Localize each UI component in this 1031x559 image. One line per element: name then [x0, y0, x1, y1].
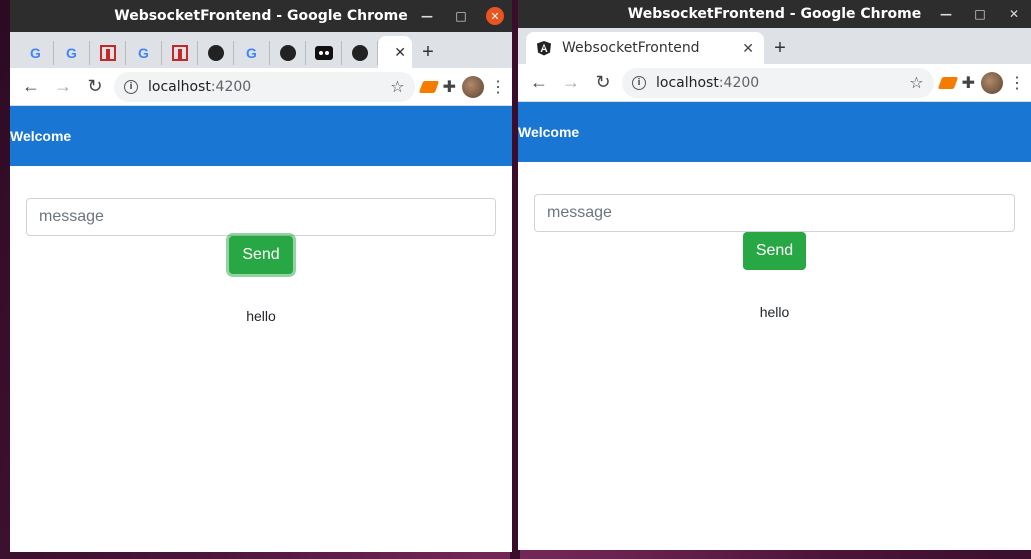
app-header: Welcome — [518, 102, 1031, 162]
extension-icon[interactable] — [937, 76, 958, 89]
info-icon[interactable]: i — [124, 79, 138, 94]
browser-toolbar: ← → ↻ i localhost:4200 ☆ ✚ ⋮ — [518, 64, 1031, 102]
tab-github-2[interactable] — [270, 41, 306, 65]
message-item: hello — [759, 304, 790, 320]
menu-icon[interactable]: ⋮ — [490, 77, 506, 97]
maximize-icon[interactable]: □ — [971, 5, 989, 23]
back-icon[interactable]: ← — [18, 74, 44, 100]
url-port: :4200 — [718, 74, 760, 91]
tab-m-2[interactable] — [162, 41, 198, 65]
close-window-icon[interactable]: ✕ — [486, 7, 504, 25]
tab-github-1[interactable] — [198, 41, 234, 65]
tab-m-1[interactable] — [90, 41, 126, 65]
bookmark-star-icon[interactable]: ☆ — [390, 77, 404, 96]
minimize-icon[interactable]: — — [418, 7, 436, 25]
m-logo-icon — [99, 45, 116, 61]
address-bar[interactable]: i localhost:4200 ☆ — [622, 67, 934, 98]
github-icon — [351, 45, 368, 61]
maximize-icon[interactable]: □ — [452, 7, 470, 25]
forward-icon[interactable]: → — [50, 74, 76, 100]
tab-websocketfrontend[interactable]: WebsocketFrontend ✕ — [526, 32, 764, 64]
medium-icon — [314, 46, 333, 60]
google-icon: G — [66, 45, 77, 61]
puzzle-icon[interactable]: ✚ — [962, 73, 975, 93]
github-icon — [207, 45, 224, 61]
chat-panel: Send hello — [10, 166, 512, 324]
page-title: Welcome — [518, 124, 580, 140]
minimize-icon[interactable]: — — [937, 5, 955, 23]
google-icon: G — [30, 45, 41, 61]
tab-google-1[interactable]: G — [18, 41, 54, 65]
message-list: hello — [26, 308, 496, 324]
puzzle-icon[interactable]: ✚ — [443, 77, 456, 97]
tab-close-icon[interactable]: ✕ — [394, 44, 406, 61]
reload-icon[interactable]: ↻ — [82, 74, 108, 100]
message-input[interactable] — [26, 198, 496, 236]
message-input[interactable] — [534, 194, 1015, 232]
extension-icon[interactable] — [418, 80, 439, 93]
chat-panel: Send hello — [518, 162, 1031, 320]
page-title: Welcome — [10, 128, 72, 144]
address-bar[interactable]: i localhost:4200 ☆ — [114, 71, 415, 102]
angular-icon — [537, 41, 551, 56]
avatar[interactable] — [981, 71, 1003, 94]
back-icon[interactable]: ← — [526, 70, 552, 96]
tab-title: WebsocketFrontend — [562, 40, 700, 56]
url-port: :4200 — [210, 78, 252, 95]
tab-medium[interactable] — [306, 41, 342, 65]
app-header: Welcome — [10, 106, 512, 166]
url-host: localhost — [656, 74, 719, 91]
google-icon: G — [246, 45, 257, 61]
close-window-icon[interactable]: ✕ — [1005, 5, 1023, 23]
tab-google-2[interactable]: G — [54, 41, 90, 65]
forward-icon[interactable]: → — [558, 70, 584, 96]
message-item: hello — [246, 308, 276, 324]
bookmark-star-icon[interactable]: ☆ — [909, 73, 923, 92]
browser-toolbar: ← → ↻ i localhost:4200 ☆ ✚ ⋮ — [10, 68, 512, 106]
tab-google-3[interactable]: G — [126, 41, 162, 65]
window-title: WebsocketFrontend - Google Chrome — [114, 8, 408, 24]
tab-strip: G G G G ✕ + — [10, 32, 512, 68]
tab-strip: WebsocketFrontend ✕ + — [518, 28, 1031, 64]
browser-window-left: WebsocketFrontend - Google Chrome — □ ✕ … — [10, 0, 512, 552]
avatar[interactable] — [462, 75, 484, 98]
github-icon — [279, 45, 296, 61]
menu-icon[interactable]: ⋮ — [1009, 73, 1025, 93]
window-titlebar[interactable]: WebsocketFrontend - Google Chrome — □ ✕ — [10, 0, 512, 32]
m-logo-icon — [171, 45, 188, 61]
tab-close-icon[interactable]: ✕ — [742, 40, 754, 57]
window-titlebar[interactable]: WebsocketFrontend - Google Chrome — □ ✕ — [518, 0, 1031, 28]
window-title: WebsocketFrontend - Google Chrome — [627, 6, 922, 22]
tab-active[interactable]: ✕ — [378, 36, 412, 68]
tab-github-3[interactable] — [342, 41, 378, 65]
tab-google-4[interactable]: G — [234, 41, 270, 65]
reload-icon[interactable]: ↻ — [590, 70, 616, 96]
message-list: hello — [534, 304, 1015, 320]
browser-window-right: WebsocketFrontend - Google Chrome — □ ✕ … — [518, 0, 1031, 550]
info-icon[interactable]: i — [632, 75, 646, 90]
google-icon: G — [138, 45, 149, 61]
new-tab-button[interactable]: + — [412, 36, 444, 68]
send-button[interactable]: Send — [229, 236, 293, 274]
new-tab-button[interactable]: + — [764, 32, 796, 64]
url-host: localhost — [148, 78, 211, 95]
send-button[interactable]: Send — [742, 232, 807, 270]
